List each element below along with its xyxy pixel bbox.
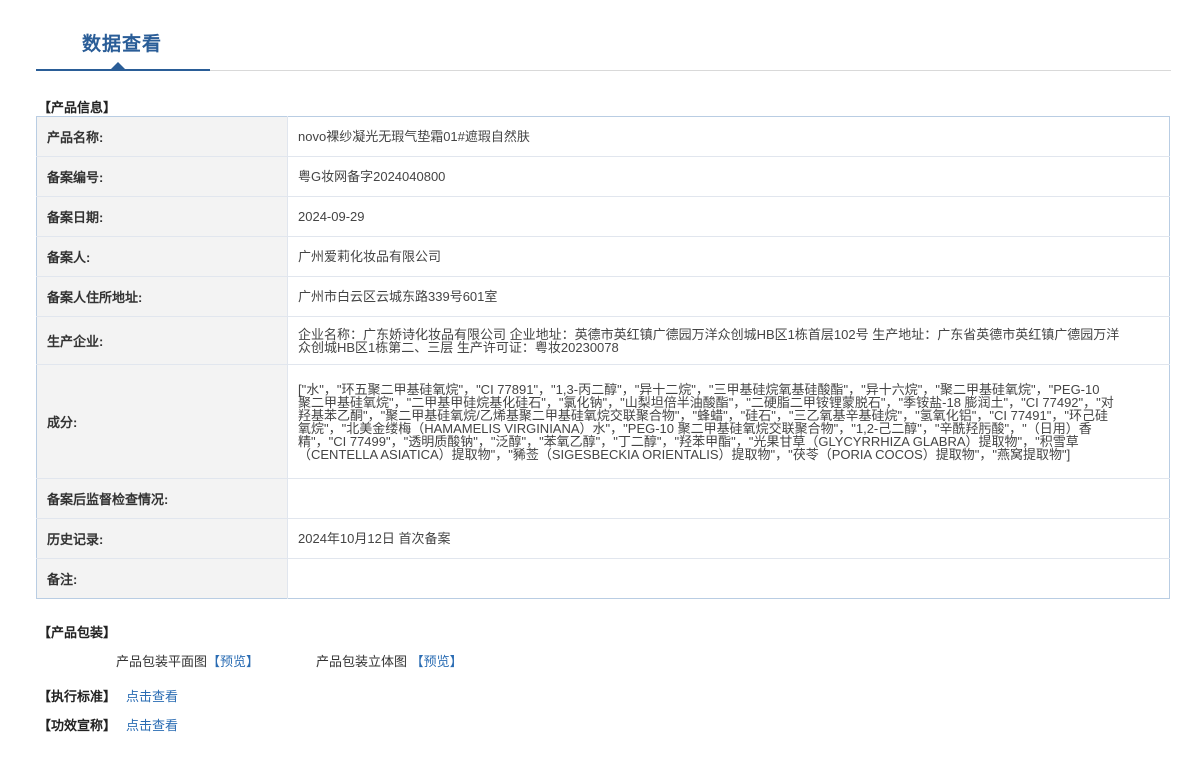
tab-divider [210, 70, 1171, 71]
row-label: 备案人: [36, 236, 288, 277]
row-value: novo裸纱凝光无瑕气垫霜01#遮瑕自然肤 [287, 116, 1170, 157]
packaging-flat-preview-link[interactable]: 【预览】 [207, 654, 259, 669]
packaging-flat-label: 产品包装平面图 [116, 654, 208, 669]
row-value: 2024年10月12日 首次备案 [287, 518, 1170, 559]
efficacy-section: 【功效宣称】 点击查看 [38, 715, 178, 734]
packaging-solid-preview-link[interactable]: 【预览】 [411, 654, 463, 669]
table-row: 备注: [36, 558, 1170, 599]
packaging-flat-item: 产品包装平面图【预览】 [116, 651, 259, 670]
row-value: 广州市白云区云城东路339号601室 [287, 276, 1170, 317]
active-tab-underline [36, 69, 210, 71]
row-value: 粤G妆网备字2024040800 [287, 156, 1170, 197]
packaging-solid-label: 产品包装立体图 [316, 654, 408, 669]
tab-bar: 数据查看 [36, 0, 1171, 71]
row-label: 生产企业: [36, 316, 288, 365]
product-info-table: 产品名称: novo裸纱凝光无瑕气垫霜01#遮瑕自然肤 备案编号: 粤G妆网备字… [36, 116, 1170, 599]
product-info-heading: 【产品信息】 [38, 100, 117, 115]
standard-view-link[interactable]: 点击查看 [126, 689, 178, 704]
table-row: 备案编号: 粤G妆网备字2024040800 [36, 156, 1170, 197]
row-label: 备案后监督检查情况: [36, 478, 288, 519]
table-row: 备案日期: 2024-09-29 [36, 196, 1170, 237]
packaging-heading: 【产品包装】 [38, 625, 117, 640]
row-label: 备案编号: [36, 156, 288, 197]
table-row: 备案人住所地址: 广州市白云区云城东路339号601室 [36, 276, 1170, 317]
row-label: 备案人住所地址: [36, 276, 288, 317]
row-label: 产品名称: [36, 116, 288, 157]
row-value: 广州爱莉化妆品有限公司 [287, 236, 1170, 277]
row-value [287, 478, 1170, 519]
table-row: 成分: ["水"，"环五聚二甲基硅氧烷"，"CI 77891"，"1,3-丙二醇… [36, 364, 1170, 479]
tab-data-view[interactable]: 数据查看 [82, 29, 162, 56]
row-value [288, 559, 1170, 599]
standard-heading: 【执行标准】 [38, 689, 117, 704]
row-label: 历史记录: [36, 518, 288, 559]
packaging-solid-item: 产品包装立体图 【预览】 [316, 651, 463, 670]
efficacy-heading: 【功效宣称】 [38, 718, 117, 733]
row-value: 2024-09-29 [287, 196, 1170, 237]
table-row: 生产企业: 企业名称：广东娇诗化妆品有限公司 企业地址：英德市英红镇广德园万洋众… [36, 316, 1170, 365]
row-label: 备案日期: [36, 196, 288, 237]
table-row: 产品名称: novo裸纱凝光无瑕气垫霜01#遮瑕自然肤 [36, 116, 1170, 157]
row-value: 企业名称：广东娇诗化妆品有限公司 企业地址：英德市英红镇广德园万洋众创城HB区1… [287, 316, 1170, 365]
table-row: 历史记录: 2024年10月12日 首次备案 [36, 518, 1170, 559]
standard-section: 【执行标准】 点击查看 [38, 686, 178, 705]
efficacy-view-link[interactable]: 点击查看 [126, 718, 178, 733]
row-label: 备注: [36, 558, 288, 599]
active-tab-caret-icon [111, 62, 125, 69]
table-row: 备案后监督检查情况: [36, 478, 1170, 519]
row-value: ["水"，"环五聚二甲基硅氧烷"，"CI 77891"，"1,3-丙二醇"，"异… [287, 364, 1170, 479]
row-label: 成分: [36, 364, 288, 479]
table-row: 备案人: 广州爱莉化妆品有限公司 [36, 236, 1170, 277]
